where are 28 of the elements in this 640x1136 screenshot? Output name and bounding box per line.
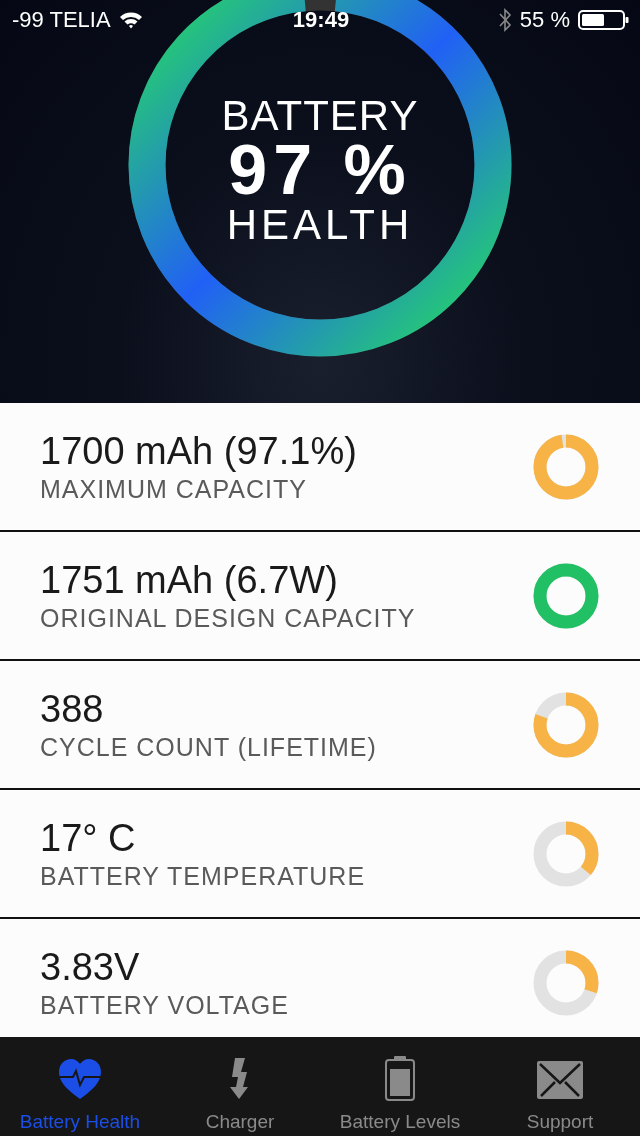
progress-ring — [532, 561, 600, 630]
stat-value: 388 — [40, 687, 105, 731]
clock-time: 19:49 — [292, 7, 350, 33]
progress-ring — [532, 432, 600, 501]
stat-label: MAXIMUM CAPACITY — [40, 474, 308, 504]
stat-label: CYCLE COUNT (LIFETIME) — [40, 732, 377, 762]
progress-ring — [532, 948, 600, 1017]
stat-label: ORIGINAL DESIGN CAPACITY — [40, 603, 416, 633]
health-percentage: 97 % — [228, 137, 412, 203]
health-title: BATTERY — [221, 95, 419, 137]
battery-icon — [578, 9, 630, 31]
stat-value: 17° C — [40, 816, 137, 860]
stat-value: 3.83V — [40, 945, 141, 989]
stat-value: 1700 mAh (97.1%) — [40, 429, 357, 473]
tab-button[interactable]: Charger — [160, 1037, 320, 1136]
stat-label: BATTERY VOLTAGE — [40, 990, 289, 1020]
stat-value: 1751 mAh (6.7W) — [40, 558, 339, 602]
tab-button[interactable]: Support — [480, 1037, 640, 1136]
health-subtitle: HEALTH — [226, 203, 414, 247]
battery-percentage: 55 % — [519, 7, 570, 33]
tab-button[interactable]: Battery Health — [0, 1037, 160, 1136]
wifi-icon — [118, 11, 143, 29]
tab-button[interactable]: Battery Levels — [320, 1037, 480, 1136]
stat-label: BATTERY TEMPERATURE — [40, 861, 366, 891]
bluetooth-icon — [497, 7, 512, 33]
progress-ring — [532, 690, 600, 759]
progress-ring — [532, 819, 600, 888]
carrier-name: -99 TELIA — [12, 7, 111, 33]
